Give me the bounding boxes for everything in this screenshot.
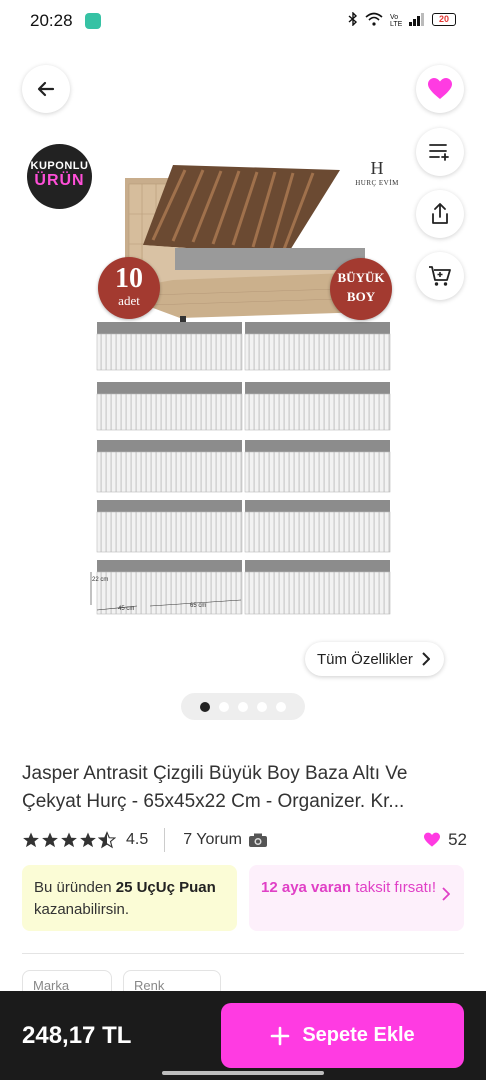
bluetooth-icon [348, 12, 358, 26]
dim-length: 65 cm [190, 603, 207, 609]
status-time: 20:28 [30, 11, 73, 30]
storage-boxes [90, 322, 391, 615]
home-indicator[interactable] [162, 1071, 324, 1075]
coupon-badge: KUPONLU ÜRÜN [27, 144, 92, 209]
section-divider [22, 953, 464, 954]
price: 248,17 TL [22, 1022, 132, 1049]
heart-icon [424, 832, 441, 847]
notification-icon [85, 13, 101, 29]
all-features-label: Tüm Özellikler [317, 650, 413, 668]
chevron-right-icon [422, 652, 430, 666]
share-button[interactable] [416, 190, 464, 238]
likes[interactable]: 52 [423, 830, 467, 850]
dim-height: 22 cm [92, 577, 109, 583]
brand-logo-mark: H [370, 158, 384, 178]
battery-icon: 20 [432, 12, 456, 26]
installment-text: taksit fırsatı! [351, 879, 437, 896]
points-suffix: kazanabilirsin. [34, 901, 130, 918]
star-icon [23, 832, 39, 848]
list-add-icon [429, 144, 449, 161]
count-badge-number: 10 [115, 263, 143, 294]
likes-count: 52 [448, 830, 467, 849]
volte-icon: VoLTE [390, 14, 402, 26]
status-bar: 20:28 Vo LTE 20 [0, 0, 486, 42]
size-badge: BÜYÜK BOY [330, 258, 392, 320]
coupon-badge-line1: KUPONLU [30, 160, 89, 172]
add-to-cart-label: Sepete Ekle [302, 1024, 415, 1046]
rating-row: 4.5 7 Yorum 52 [22, 828, 467, 852]
cart-button[interactable] [416, 252, 464, 300]
svg-text:Vo: Vo [390, 14, 398, 21]
all-features-button[interactable]: Tüm Özellikler [305, 642, 444, 676]
brand-logo: H HURÇ EVİM [352, 158, 402, 187]
reviews-link[interactable]: 7 Yorum [183, 831, 242, 849]
star-icon [42, 832, 58, 848]
heart-icon [428, 78, 452, 99]
pager-dot[interactable] [238, 701, 248, 712]
installment-bold: 12 aya varan [261, 879, 352, 896]
size-badge-line1: BÜYÜK [337, 270, 385, 285]
camera-icon [248, 833, 267, 847]
count-badge: 10 adet [98, 257, 160, 319]
rating-stars[interactable] [22, 831, 116, 849]
star-icon [61, 832, 77, 848]
image-carousel-pager[interactable] [181, 693, 305, 720]
signal-icon [409, 12, 424, 26]
count-badge-unit: adet [118, 293, 140, 308]
points-prefix: Bu üründen [34, 879, 116, 896]
wifi-icon [365, 12, 383, 26]
points-amount: 25 UçUç Puan [115, 879, 216, 896]
battery-level: 20 [438, 13, 449, 24]
chevron-right-icon [442, 887, 450, 901]
size-badge-line2: BOY [346, 289, 376, 304]
rating-value: 4.5 [126, 831, 149, 848]
pager-dot[interactable] [219, 701, 229, 712]
arrow-left-icon [37, 81, 55, 97]
pager-dot[interactable] [276, 701, 286, 712]
system-icons: Vo LTE 20 [348, 12, 456, 26]
back-button[interactable] [22, 65, 70, 113]
coupon-badge-line2: ÜRÜN [34, 172, 85, 189]
share-icon [432, 203, 448, 224]
star-icon [80, 832, 96, 848]
brand-logo-name: HURÇ EVİM [355, 179, 399, 187]
add-to-cart-button[interactable]: Sepete Ekle [221, 1003, 464, 1068]
plus-icon [271, 1026, 290, 1045]
installment-card[interactable]: 12 aya varan taksit fırsatı! [249, 865, 464, 931]
product-title: Jasper Antrasit Çizgili Büyük Boy Baza A… [22, 763, 408, 812]
svg-text:LTE: LTE [390, 21, 402, 26]
star-half-icon [98, 831, 116, 849]
add-to-list-button[interactable] [416, 128, 464, 176]
pager-dot[interactable] [257, 701, 267, 712]
cart-icon [429, 266, 451, 286]
divider [164, 828, 166, 852]
pager-dot[interactable] [200, 701, 210, 712]
points-card: Bu üründen 25 UçUç Puan kazanabilirsin. [22, 865, 237, 931]
dim-width: 45 cm [118, 606, 135, 612]
product-image[interactable] [25, 140, 405, 620]
favorite-button[interactable] [416, 65, 464, 113]
